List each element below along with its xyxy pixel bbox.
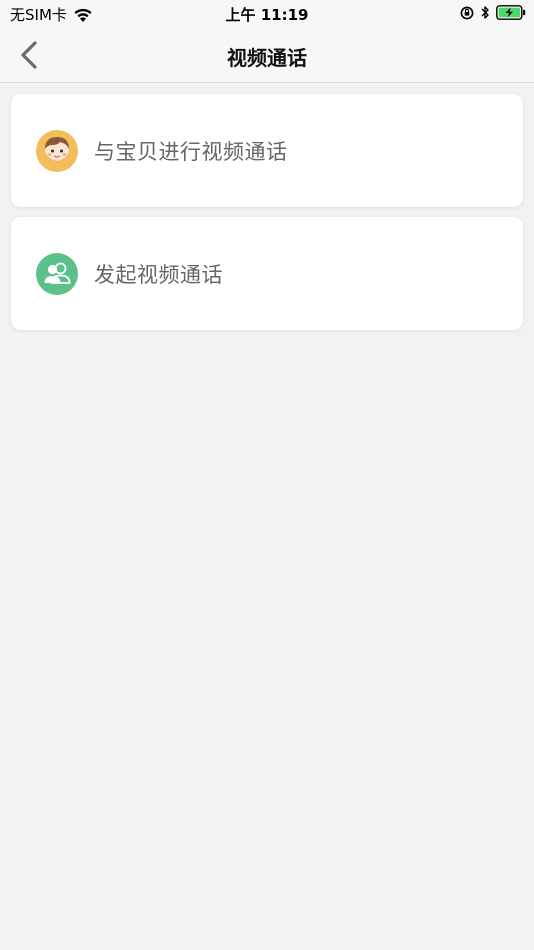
group-people-icon bbox=[36, 253, 78, 295]
start-video-call-option[interactable]: 发起视频通话 bbox=[11, 217, 523, 330]
option-label: 发起视频通话 bbox=[94, 263, 223, 287]
status-right bbox=[460, 5, 526, 20]
status-bar: 无SIM卡 上午 11:19 bbox=[0, 0, 534, 28]
option-label: 与宝贝进行视频通话 bbox=[94, 140, 288, 164]
video-call-with-baby-option[interactable]: 与宝贝进行视频通话 bbox=[11, 94, 523, 207]
status-time: 上午 11:19 bbox=[225, 6, 309, 24]
orientation-lock-icon bbox=[460, 6, 474, 19]
battery-charging-icon bbox=[496, 5, 526, 20]
page-title: 视频通话 bbox=[227, 46, 307, 70]
child-face-icon bbox=[36, 130, 78, 172]
bluetooth-icon bbox=[481, 6, 489, 19]
navigation-bar: 视频通话 bbox=[0, 28, 534, 83]
